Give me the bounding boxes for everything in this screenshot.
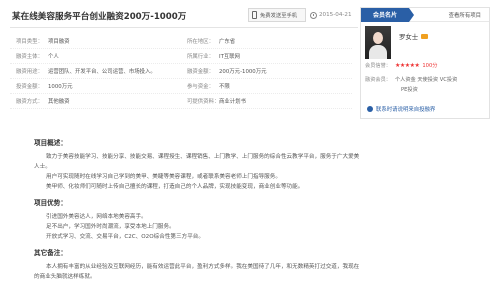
overview-paragraph: 美甲师、化妆师们可随时上传自己擅长的课程，打造自己的个人品牌，实现技能变现，商业… bbox=[46, 184, 304, 190]
info-key: 参与资金： bbox=[187, 84, 214, 90]
info-cell-amount: 融资金额： 200万元-1000万元 bbox=[181, 67, 352, 75]
member-identity-2: PE投资 bbox=[401, 86, 418, 93]
publish-date-text: 2015-04-21 bbox=[319, 12, 352, 18]
info-key: 项目类型： bbox=[16, 39, 43, 45]
view-all-projects-link[interactable]: 查看所有项目 bbox=[449, 11, 481, 19]
send-to-phone-label: 免费发送至手机 bbox=[260, 13, 298, 19]
info-key: 融资金额： bbox=[187, 69, 214, 75]
credit-key: 会员信誉： bbox=[365, 63, 391, 69]
info-key: 可提供资料： bbox=[187, 99, 220, 105]
contact-note: 联系时请说明来自投融界 bbox=[367, 105, 435, 113]
info-row: 融资主体： 个人 所属行业： IT互联网 bbox=[10, 49, 352, 64]
info-row: 融资用途： 运营团队、开发平台、公司运营、市场投入。 融资金额： 200万元-1… bbox=[10, 64, 352, 79]
info-value: 广东省 bbox=[219, 39, 236, 45]
info-value: 200万元-1000万元 bbox=[219, 69, 267, 75]
remarks-paragraph: 本人拥有丰富的从业经验及互联网经历，能有效运营此平台，盈利方式多样。我在美国待了… bbox=[34, 264, 360, 280]
info-cell-region: 所在地区： 广东省 bbox=[181, 37, 352, 45]
info-cell-industry: 所属行业： IT互联网 bbox=[181, 52, 352, 60]
member-identity: 融资会员： 个人资金 天使投资 VC投资 bbox=[365, 76, 457, 83]
info-key: 融资用途： bbox=[16, 69, 43, 75]
advantage-paragraph: 开放式学习、交流、交易平台，C2C、O2O综合性第三方平台。 bbox=[46, 234, 204, 240]
publish-date: 2015-04-21 bbox=[306, 8, 356, 22]
info-cell-funds: 参与资金： 不限 bbox=[181, 82, 352, 90]
identity-value-2: PE投资 bbox=[401, 87, 418, 93]
info-key: 融资方式： bbox=[16, 99, 43, 105]
avatar bbox=[365, 26, 391, 59]
page-title: 某在线美容服务平台创业融资200万-1000万 bbox=[12, 12, 187, 22]
member-name: 罗女士 bbox=[399, 32, 429, 41]
overview-paragraph: 致力于美容技能学习、技能分享、技能交易、课程授生、课程销售、上门教学、上门服务的… bbox=[34, 154, 360, 170]
identity-value: 个人资金 天使投资 VC投资 bbox=[394, 77, 458, 83]
info-key: 投资金额： bbox=[16, 84, 43, 90]
rating-score: 100分 bbox=[422, 63, 438, 69]
clock-icon bbox=[310, 11, 317, 19]
info-cell-materials: 可提供资料： 商业计划书 bbox=[181, 97, 352, 105]
advantage-paragraph: 引进国外美容达人，网络本地美容高手。 bbox=[46, 214, 147, 220]
info-row: 融资方式： 其他融资 可提供资料： 商业计划书 bbox=[10, 94, 352, 109]
info-row: 项目类型： 项目融资 所在地区： 广东省 bbox=[10, 34, 352, 49]
info-value: 1000万元 bbox=[48, 84, 73, 90]
contact-icon bbox=[367, 106, 373, 112]
identity-key: 融资会员： bbox=[365, 77, 391, 83]
info-key: 所属行业： bbox=[187, 54, 214, 60]
info-value: 个人 bbox=[48, 54, 59, 60]
member-card-header: 会员名片 查看所有项目 bbox=[361, 7, 489, 22]
member-card: 会员名片 查看所有项目 罗女士 会员信誉： ★★★★★ 100分 融资会员： 个… bbox=[360, 7, 490, 119]
rating-stars: ★★★★★ bbox=[394, 62, 420, 69]
member-card-tag: 会员名片 bbox=[361, 7, 414, 22]
section-heading-remarks: 其它备注： bbox=[34, 249, 67, 257]
phone-icon bbox=[252, 11, 257, 19]
page: 某在线美容服务平台创业融资200万-1000万 免费发送至手机 2015-04-… bbox=[0, 0, 500, 306]
contact-note-text: 联系时请说明来自投融界 bbox=[376, 107, 436, 113]
header-divider bbox=[10, 27, 358, 28]
info-key: 所在地区： bbox=[187, 39, 214, 45]
send-to-phone-button[interactable]: 免费发送至手机 bbox=[248, 8, 306, 22]
info-value: 运营团队、开发平台、公司运营、市场投入。 bbox=[48, 69, 156, 75]
info-value: 其他融资 bbox=[48, 99, 70, 105]
section-heading-overview: 项目概述： bbox=[34, 139, 67, 147]
overview-paragraph: 用户可实现随时在线学习自己学到的美甲、美睫等美容课程，或者联系美容老师上门指导服… bbox=[46, 174, 281, 180]
info-value: 不限 bbox=[219, 84, 230, 90]
info-key: 融资主体： bbox=[16, 54, 43, 60]
project-info-table: 项目类型： 项目融资 所在地区： 广东省 融资主体： 个人 所属行业： IT互联… bbox=[10, 34, 352, 109]
member-name-text: 罗女士 bbox=[399, 33, 419, 41]
info-value: IT互联网 bbox=[219, 54, 241, 60]
vip-badge-icon bbox=[421, 34, 429, 39]
member-credit: 会员信誉： ★★★★★ 100分 bbox=[365, 62, 437, 69]
section-heading-advantages: 项目优势： bbox=[34, 199, 67, 207]
project-description: 项目概述： 致力于美容技能学习、技能分享、技能交易、课程授生、课程销售、上门教学… bbox=[34, 137, 360, 284]
info-row: 投资金额： 1000万元 参与资金： 不限 bbox=[10, 79, 352, 94]
info-value: 商业计划书 bbox=[219, 99, 246, 105]
info-cell-usage: 融资用途： 运营团队、开发平台、公司运营、市场投入。 bbox=[10, 67, 181, 75]
info-cell-method: 融资方式： 其他融资 bbox=[10, 97, 181, 105]
advantage-paragraph: 足不出户，学习国外时尚潮流，享受本地上门服务。 bbox=[46, 224, 175, 230]
info-cell-type: 项目类型： 项目融资 bbox=[10, 37, 181, 45]
info-value: 项目融资 bbox=[48, 39, 70, 45]
info-cell-investment: 投资金额： 1000万元 bbox=[10, 82, 181, 90]
info-cell-subject: 融资主体： 个人 bbox=[10, 52, 181, 60]
